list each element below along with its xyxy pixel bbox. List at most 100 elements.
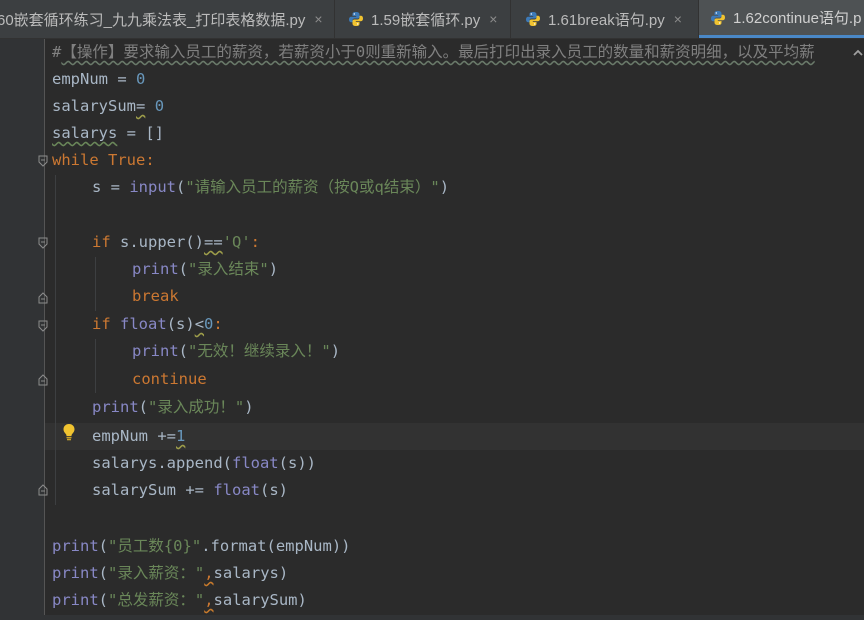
expression: (s) — [260, 481, 288, 499]
fold-toggle-icon[interactable] — [38, 237, 48, 249]
fold-end-icon[interactable] — [38, 484, 48, 496]
code-line: continue — [132, 366, 207, 393]
builtin-function: print — [92, 398, 139, 416]
tab-continue-statement[interactable]: 1.62continue语句.p — [699, 0, 864, 38]
tab-break-statement[interactable]: 1.61break语句.py × — [511, 0, 699, 38]
python-file-icon — [711, 10, 725, 25]
close-icon[interactable]: × — [674, 11, 682, 27]
string-literal: "录入薪资：" — [108, 564, 205, 582]
code-line: print("总发薪资：",salarySum) — [52, 587, 307, 614]
builtin-function: float — [213, 481, 260, 499]
comment-hash: # — [52, 43, 62, 61]
expression: salarySum) — [213, 591, 307, 609]
paren: ( — [138, 398, 149, 416]
string-literal: "无效！继续录入！" — [188, 342, 331, 360]
python-file-icon — [349, 12, 363, 26]
code-line: if float(s)<0: — [92, 311, 223, 338]
expression: (s)) — [278, 454, 316, 472]
fold-toggle-icon[interactable] — [38, 155, 48, 167]
code-line: print("录入结束") — [132, 256, 278, 283]
colon: : — [250, 233, 261, 251]
code-line: break — [132, 283, 179, 310]
code-line: print("无效！继续录入！") — [132, 338, 340, 365]
paren: ) — [439, 178, 450, 196]
comma: , — [204, 591, 214, 609]
string-literal: 'Q' — [222, 233, 251, 251]
identifier: salarys — [52, 124, 118, 142]
expression: salarys) — [213, 564, 289, 582]
fold-toggle-icon[interactable] — [38, 320, 48, 332]
expression: (s) — [166, 315, 195, 333]
tab-nested-loop[interactable]: 1.59嵌套循环.py × — [336, 0, 511, 38]
number-literal: 1 — [176, 427, 186, 445]
builtin-function: print — [52, 591, 99, 609]
number-literal: 0 — [204, 315, 214, 333]
identifier: s = — [92, 178, 130, 196]
keyword: True — [108, 151, 146, 169]
tab-label: 1.59嵌套循环.py — [371, 11, 481, 29]
builtin-function: float — [120, 315, 167, 333]
fold-end-icon[interactable] — [38, 292, 48, 304]
python-file-icon — [526, 12, 540, 26]
tab-label: 1.62continue语句.p — [733, 10, 862, 27]
paren: ( — [98, 537, 109, 555]
identifier: salarySum — [52, 97, 136, 115]
string-literal: "请输入员工的薪资（按Q或q结束）" — [185, 178, 440, 196]
close-icon[interactable]: × — [314, 11, 322, 27]
code-line: salarySum += float(s) — [92, 477, 288, 504]
assignment: = [] — [117, 124, 164, 142]
paren: ( — [98, 564, 109, 582]
close-icon[interactable]: × — [489, 11, 497, 27]
code-line: print("录入薪资：",salarys) — [52, 560, 288, 587]
code-line: print("录入成功！") — [92, 394, 254, 421]
paren: ( — [176, 178, 186, 196]
indent-guide — [95, 257, 96, 311]
colon: : — [145, 151, 155, 169]
comma: , — [204, 564, 214, 582]
keyword: while — [52, 151, 99, 169]
chevron-up-icon[interactable] — [852, 47, 864, 59]
number-literal: 0 — [136, 70, 146, 88]
code-line: s = input("请输入员工的薪资（按Q或q结束）") — [92, 174, 449, 201]
operator: = — [108, 70, 136, 88]
paren: ( — [98, 591, 109, 609]
code-line: salarySum= 0 — [52, 93, 164, 120]
paren: ) — [268, 260, 279, 278]
string-literal: "录入成功！" — [148, 398, 245, 416]
editor-bottom-edge — [0, 615, 864, 620]
fold-end-icon[interactable] — [38, 374, 48, 386]
lightbulb-icon[interactable] — [62, 423, 76, 441]
expression: .format(empNum)) — [201, 537, 351, 555]
paren: ( — [178, 260, 189, 278]
keyword: continue — [132, 370, 207, 388]
editor-tab-bar: 60嵌套循环练习_九九乘法表_打印表格数据.py × 1.59嵌套循环.py ×… — [0, 0, 864, 39]
builtin-function: print — [132, 342, 179, 360]
identifier: empNum — [52, 70, 108, 88]
number-literal: 0 — [154, 97, 165, 115]
code-line: empNum = 0 — [52, 66, 145, 93]
tab-label: 1.61break语句.py — [548, 11, 665, 29]
expression: salarySum += — [92, 481, 214, 499]
colon: : — [213, 315, 223, 333]
tab-label: 60嵌套循环练习_九九乘法表_打印表格数据.py — [0, 11, 306, 29]
indent-guide — [95, 339, 96, 393]
code-line: print("员工数{0}".format(empNum)) — [52, 533, 351, 560]
comment-text: 【操作】要求输入员工的薪资，若薪资小于0则重新输入。最后打印出录入员工的数量和薪… — [61, 43, 815, 61]
string-literal: "录入结束" — [188, 260, 269, 278]
code-line: salarys.append(float(s)) — [92, 450, 316, 477]
string-literal: "总发薪资：" — [108, 591, 205, 609]
operator: = — [136, 97, 146, 115]
operator: == — [204, 233, 223, 251]
code-editor[interactable]: #【操作】要求输入员工的薪资，若薪资小于0则重新输入。最后打印出录入员工的数量和… — [0, 39, 864, 620]
builtin-function: print — [52, 537, 99, 555]
string-literal: "员工数{0}" — [108, 537, 202, 555]
keyword: if — [92, 315, 111, 333]
expression: s.upper() — [110, 233, 204, 251]
tab-nine-nine-table[interactable]: 60嵌套循环练习_九九乘法表_打印表格数据.py × — [0, 0, 333, 38]
builtin-function: print — [52, 564, 99, 582]
operator: < — [194, 315, 205, 333]
code-line-current: empNum +=1 — [92, 423, 185, 450]
